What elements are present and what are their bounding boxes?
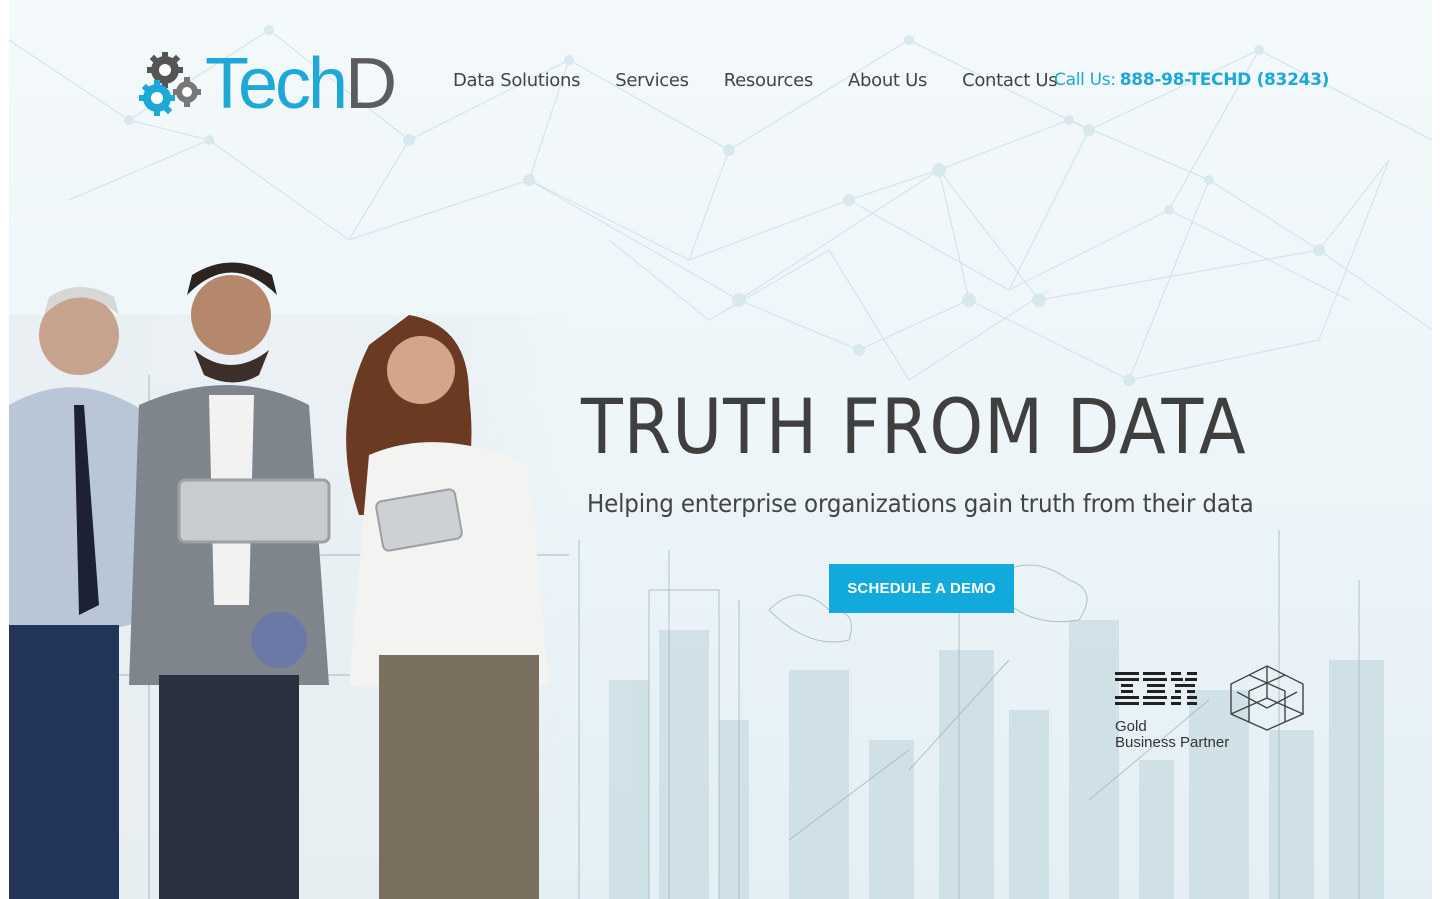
- schedule-demo-button[interactable]: SCHEDULE A DEMO: [829, 564, 1014, 613]
- hero-title: TRUTH FROM DATA: [581, 382, 1247, 471]
- nav-contact-us[interactable]: Contact Us: [962, 70, 1058, 91]
- nav-services[interactable]: Services: [615, 70, 689, 91]
- logo-wordmark: TechD: [205, 48, 397, 120]
- main-nav: Data Solutions Services Resources About …: [453, 70, 1092, 91]
- gears-icon: [139, 52, 201, 116]
- call-us[interactable]: Call Us: 888-98-TECHD (83243): [1054, 70, 1329, 90]
- techd-logo[interactable]: TechD: [135, 48, 397, 120]
- call-label: Call Us:: [1054, 70, 1116, 90]
- phone-number[interactable]: 888-98-TECHD (83243): [1120, 70, 1330, 90]
- ibm-logo: [1115, 672, 1197, 705]
- cube-icon: [1230, 665, 1304, 731]
- nav-data-solutions[interactable]: Data Solutions: [453, 70, 581, 91]
- logo-text-primary: Tech: [205, 44, 348, 124]
- nav-resources[interactable]: Resources: [724, 70, 814, 91]
- ibm-partner-badge: Gold Business Partner: [1115, 670, 1229, 751]
- hero-subtitle: Helping enterprise organizations gain tr…: [587, 489, 1254, 518]
- nav-about-us[interactable]: About Us: [848, 70, 927, 91]
- hero-section: TechD Data Solutions Services Resources …: [9, 0, 1432, 899]
- logo-text-secondary: D: [345, 44, 397, 124]
- partner-type: Business Partner: [1115, 734, 1230, 751]
- business-team-photo: [9, 262, 569, 899]
- partner-tier: Gold: [1115, 718, 1147, 735]
